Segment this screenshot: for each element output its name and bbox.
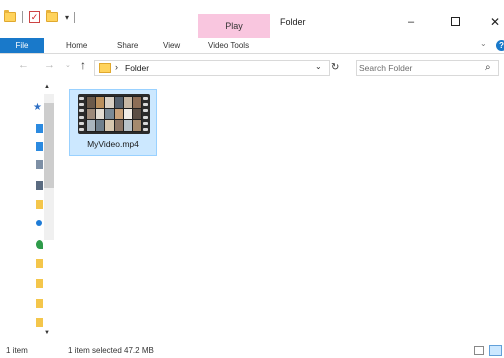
- folder-icon: [99, 63, 111, 73]
- up-icon[interactable]: ↑: [80, 58, 86, 72]
- minimize-button[interactable]: –: [402, 14, 420, 30]
- folder-icon[interactable]: [36, 200, 43, 209]
- details-view-icon[interactable]: [474, 346, 484, 355]
- new-folder-icon[interactable]: [46, 10, 58, 22]
- breadcrumb-folder[interactable]: Folder: [125, 63, 149, 73]
- help-icon[interactable]: ?: [496, 40, 504, 51]
- folder-icon[interactable]: [36, 299, 43, 308]
- close-button[interactable]: ✕: [486, 14, 504, 30]
- film-strip-right: [143, 97, 149, 131]
- desktop-icon[interactable]: [36, 124, 43, 133]
- quick-access-toolbar: ✓ ▾: [4, 9, 76, 25]
- downloads-icon[interactable]: [36, 142, 43, 151]
- expand-ribbon-icon[interactable]: ⌄: [480, 39, 487, 48]
- ribbon-divider: [0, 53, 504, 54]
- forward-icon[interactable]: →: [44, 59, 55, 71]
- folder-icon[interactable]: [36, 259, 43, 268]
- folder-icon: [4, 10, 16, 22]
- title-bar: ✓ ▾ Play Folder – ✕: [0, 0, 504, 38]
- back-icon[interactable]: ←: [18, 59, 29, 71]
- large-icons-view-icon[interactable]: [489, 345, 502, 356]
- toolbar-separator: [74, 11, 76, 23]
- music-icon[interactable]: [36, 240, 43, 249]
- pictures-icon[interactable]: [36, 181, 43, 190]
- video-thumbnail: [78, 94, 150, 134]
- quick-access-star-icon[interactable]: ★: [33, 103, 42, 113]
- status-bar: 1 item 1 item selected 47.2 MB: [0, 344, 504, 358]
- breadcrumb-separator-icon[interactable]: ›: [115, 62, 118, 72]
- folder-icon[interactable]: [36, 318, 43, 327]
- refresh-icon[interactable]: ↻: [331, 62, 339, 73]
- selection-info: 1 item selected 47.2 MB: [68, 346, 154, 355]
- tab-share[interactable]: Share: [117, 38, 138, 53]
- scroll-up-icon[interactable]: ▲: [44, 84, 50, 90]
- onedrive-icon[interactable]: [36, 220, 42, 226]
- video-frames: [86, 96, 142, 132]
- address-dropdown-icon[interactable]: ⌄: [315, 62, 322, 71]
- folder-icon[interactable]: [36, 279, 43, 288]
- search-box[interactable]: ⌕: [356, 60, 499, 76]
- maximize-button[interactable]: [446, 14, 464, 30]
- recent-locations-icon[interactable]: ⌄: [65, 61, 71, 69]
- tab-view[interactable]: View: [163, 38, 180, 53]
- search-icon[interactable]: ⌕: [485, 62, 491, 73]
- toolbar-separator: [22, 11, 23, 23]
- scroll-down-icon[interactable]: ▼: [44, 330, 50, 336]
- film-strip-left: [79, 97, 85, 131]
- context-tab-play: Play: [198, 14, 270, 38]
- scrollbar-thumb[interactable]: [44, 103, 54, 188]
- item-count: 1 item: [6, 346, 28, 355]
- search-input[interactable]: [359, 62, 477, 74]
- tab-home[interactable]: Home: [66, 38, 87, 53]
- file-name-label: MyVideo.mp4: [87, 139, 139, 149]
- documents-icon[interactable]: [36, 160, 43, 169]
- file-item-myvideo[interactable]: MyVideo.mp4: [69, 89, 157, 156]
- ribbon-tabs: File Home Share View Video Tools ⌄ ?: [0, 38, 504, 53]
- address-bar[interactable]: › Folder ⌄: [94, 60, 330, 76]
- maximize-icon: [450, 17, 460, 26]
- properties-icon[interactable]: ✓: [29, 11, 40, 23]
- window-title: Folder: [280, 17, 306, 27]
- tab-video-tools[interactable]: Video Tools: [208, 38, 249, 53]
- tab-file[interactable]: File: [0, 38, 44, 53]
- navigation-bar: ← → ⌄ ↑ › Folder ⌄ ↻ ⌕: [0, 56, 504, 78]
- customize-toolbar-icon[interactable]: ▾: [65, 13, 69, 22]
